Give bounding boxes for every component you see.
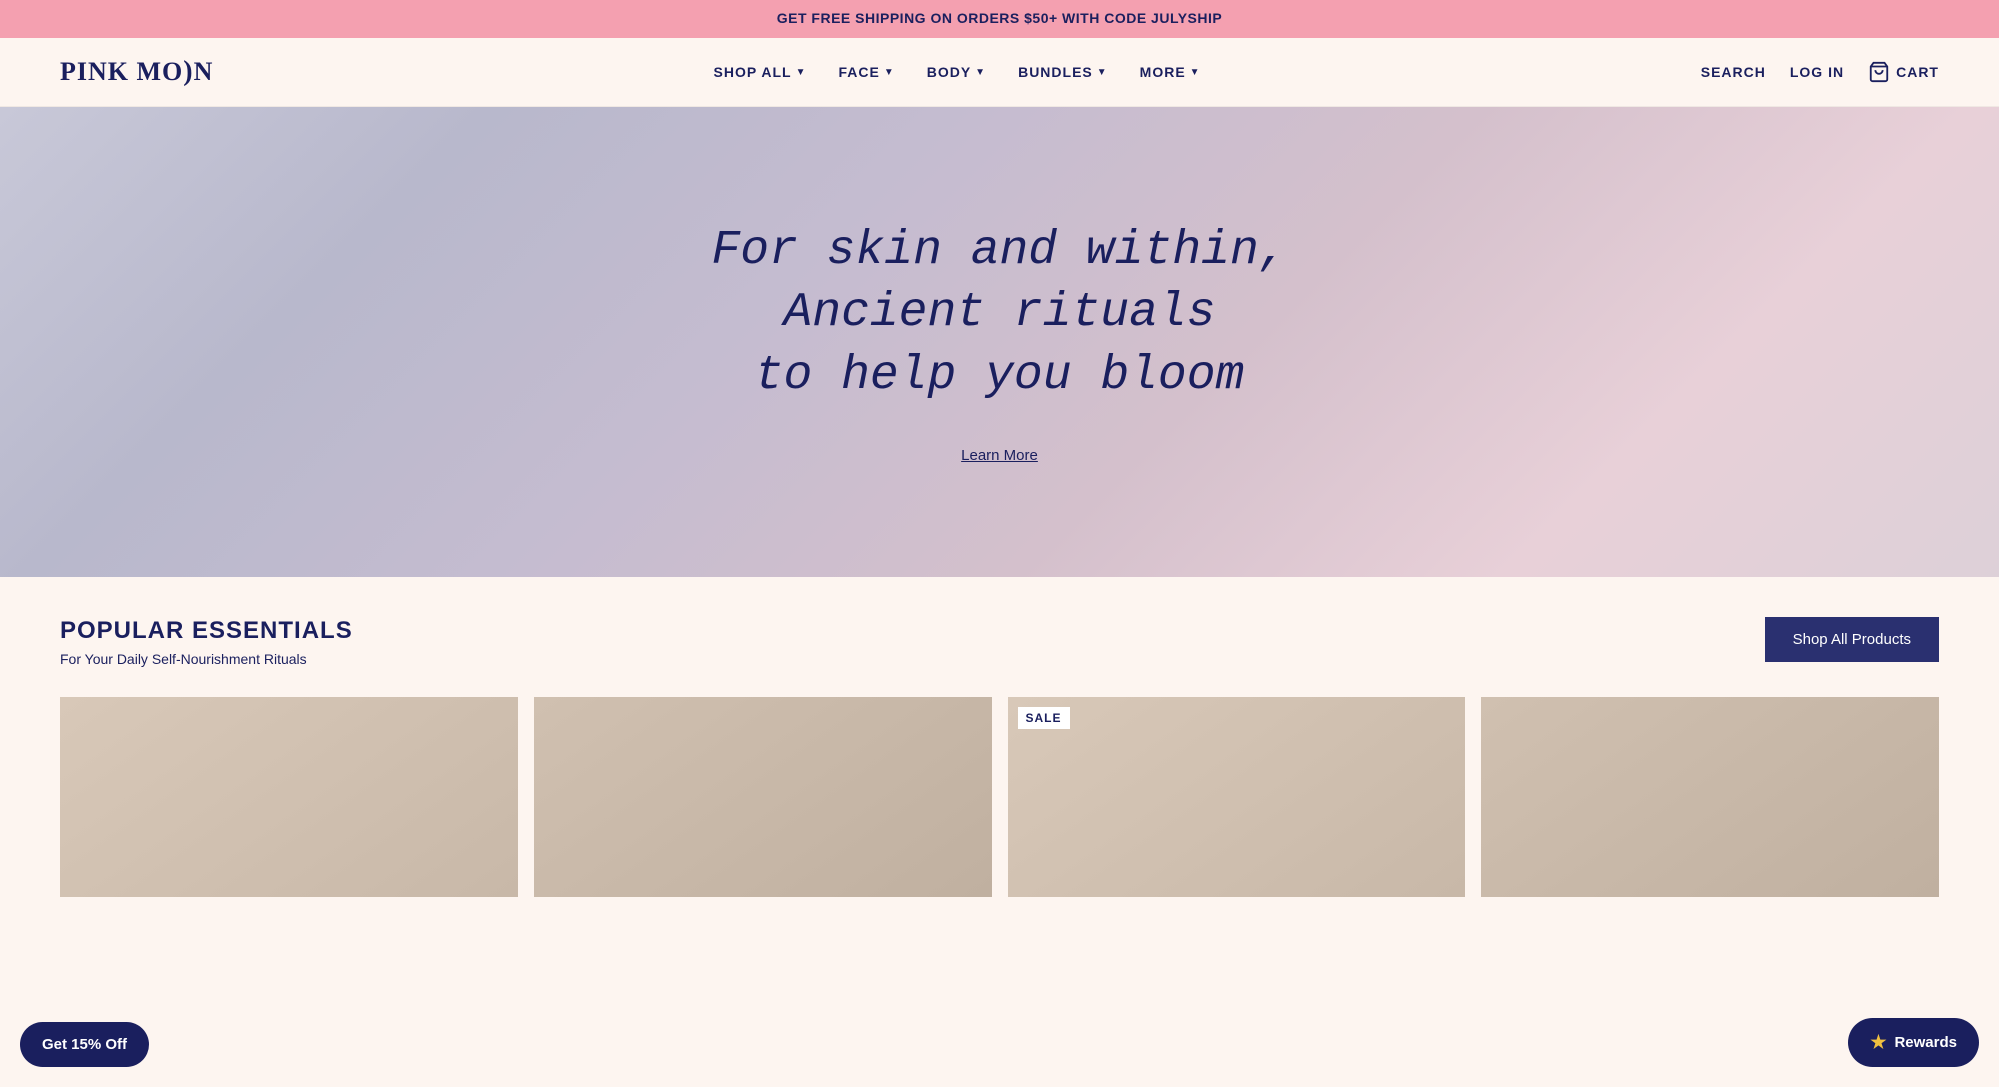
product-cards-row: SALE [60,697,1939,897]
chevron-down-icon: ▼ [796,67,807,78]
nav-item-shop-all[interactable]: SHOP ALL ▼ [714,64,807,80]
nav-label-bundles: BUNDLES [1018,64,1093,80]
nav-item-bundles[interactable]: BUNDLES ▼ [1018,64,1108,80]
nav-label-more: MORE [1140,64,1186,80]
login-button[interactable]: LOG IN [1790,64,1844,80]
star-icon: ★ [1870,1032,1886,1053]
announcement-bar: GET FREE SHIPPING ON ORDERS $50+ WITH CO… [0,0,1999,38]
cart-icon [1868,61,1890,83]
popular-essentials-section: POPULAR ESSENTIALS For Your Daily Self-N… [0,577,1999,917]
cart-button[interactable]: CART [1868,61,1939,83]
nav-label-shop-all: SHOP ALL [714,64,792,80]
chevron-down-icon: ▼ [1097,67,1108,78]
get-discount-label: Get 15% Off [42,1036,127,1053]
popular-essentials-title: POPULAR ESSENTIALS [60,617,353,645]
nav-label-face: FACE [838,64,879,80]
announcement-text: GET FREE SHIPPING ON ORDERS $50+ WITH CO… [777,10,1222,26]
product-card-4[interactable] [1481,697,1939,897]
search-button[interactable]: SEARCH [1701,64,1766,80]
chevron-down-icon: ▼ [1190,67,1201,78]
hero-cta-label: Learn More [961,447,1038,464]
logo-text-n: N [194,57,214,87]
product-card-3[interactable]: SALE [1008,697,1466,897]
rewards-label: Rewards [1894,1034,1957,1051]
rewards-button[interactable]: ★ Rewards [1848,1018,1979,1067]
popular-title-group: POPULAR ESSENTIALS For Your Daily Self-N… [60,617,353,667]
product-card-2[interactable] [534,697,992,897]
hero-headline: For skin and within, Ancient rituals to … [600,220,1400,407]
get-discount-button[interactable]: Get 15% Off [20,1022,149,1067]
nav-label-body: BODY [927,64,971,80]
hero-headline-line2: to help you bloom [755,349,1245,403]
chevron-down-icon: ▼ [884,67,895,78]
logo-moon-char: ) [183,56,193,88]
popular-header: POPULAR ESSENTIALS For Your Daily Self-N… [60,617,1939,667]
sale-badge: SALE [1018,707,1070,729]
main-nav: SHOP ALL ▼ FACE ▼ BODY ▼ BUNDLES ▼ MORE … [714,64,1201,80]
hero-headline-line1: For skin and within, Ancient rituals [711,224,1287,340]
nav-item-more[interactable]: MORE ▼ [1140,64,1201,80]
header-actions: SEARCH LOG IN CART [1701,61,1939,83]
site-header: PINK MO)N SHOP ALL ▼ FACE ▼ BODY ▼ BUNDL… [0,38,1999,107]
site-logo[interactable]: PINK MO)N [60,56,213,88]
chevron-down-icon: ▼ [975,67,986,78]
hero-cta-link[interactable]: Learn More [961,447,1038,464]
login-label: LOG IN [1790,64,1844,80]
search-label: SEARCH [1701,64,1766,80]
product-card-1[interactable] [60,697,518,897]
hero-section: For skin and within, Ancient rituals to … [0,107,1999,577]
logo-text-main: PINK MO [60,57,183,87]
nav-item-body[interactable]: BODY ▼ [927,64,986,80]
shop-all-products-button[interactable]: Shop All Products [1765,617,1939,662]
nav-item-face[interactable]: FACE ▼ [838,64,894,80]
cart-label: CART [1896,64,1939,80]
shop-all-label: Shop All Products [1793,631,1911,648]
popular-essentials-subtitle: For Your Daily Self-Nourishment Rituals [60,651,353,667]
